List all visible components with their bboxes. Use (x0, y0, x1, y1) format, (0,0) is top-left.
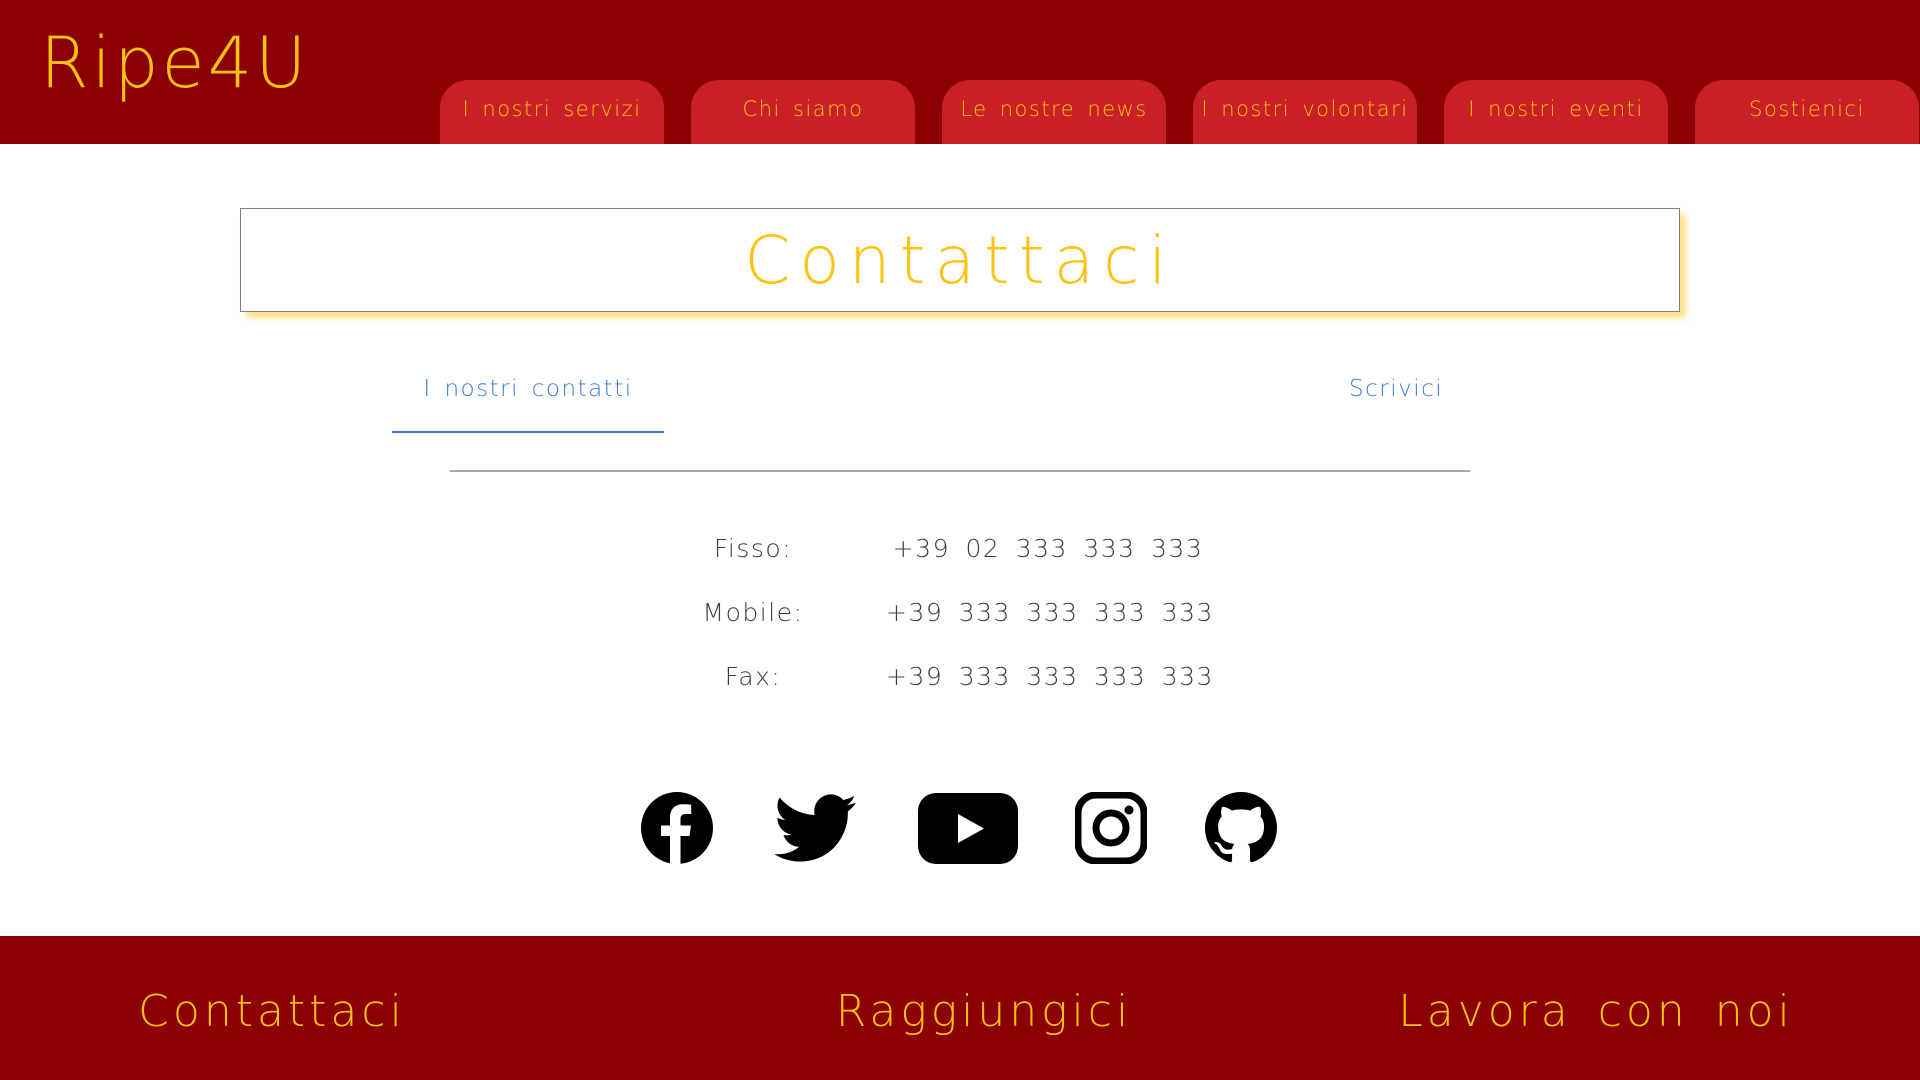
contact-row-mobile: Mobile: +39 333 333 333 333 (690, 598, 1250, 638)
page-title-box: Contattaci (240, 208, 1680, 312)
footer-link-raggiungici[interactable]: Raggiungici (774, 986, 1194, 1037)
twitter-icon[interactable] (772, 794, 860, 864)
footer-link-contattaci[interactable]: Contattaci (62, 986, 482, 1037)
contact-value: +39 333 333 333 333 (886, 662, 1214, 691)
contact-label: Fax: (724, 662, 782, 691)
footer-link-lavora-con-noi[interactable]: Lavora con noi (1386, 986, 1806, 1037)
contact-row-fax: Fax: +39 333 333 333 333 (690, 662, 1250, 702)
site-logo[interactable]: Ripe4U (40, 28, 309, 98)
contact-value: +39 333 333 333 333 (886, 598, 1214, 627)
site-header: Ripe4U I nostri servizi Chi siamo Le nos… (0, 0, 1920, 144)
instagram-icon[interactable] (1075, 792, 1147, 864)
youtube-icon[interactable] (918, 793, 1018, 864)
nav-tab-news[interactable]: Le nostre news (942, 80, 1166, 144)
contact-label: Fisso: (713, 534, 793, 563)
nav-tab-eventi[interactable]: I nostri eventi (1444, 80, 1668, 144)
page-title: Contattaci (744, 221, 1176, 299)
tabs-divider (450, 470, 1470, 472)
contact-label: Mobile: (702, 598, 804, 627)
facebook-icon[interactable] (641, 792, 713, 864)
site-footer: Contattaci Raggiungici Lavora con noi (0, 936, 1920, 1080)
tab-scrivici[interactable]: Scrivici (1349, 376, 1443, 402)
nav-tab-volontari[interactable]: I nostri volontari (1193, 80, 1417, 144)
nav-tab-sostienici[interactable]: Sostienici (1695, 80, 1919, 144)
tab-nostri-contatti[interactable]: I nostri contatti (392, 376, 664, 433)
nav-tab-servizi[interactable]: I nostri servizi (440, 80, 664, 144)
contact-value: +39 02 333 333 333 (892, 534, 1204, 563)
nav-tab-chi-siamo[interactable]: Chi siamo (691, 80, 915, 144)
github-icon[interactable] (1205, 792, 1277, 864)
contact-row-fisso: Fisso: +39 02 333 333 333 (690, 534, 1250, 574)
